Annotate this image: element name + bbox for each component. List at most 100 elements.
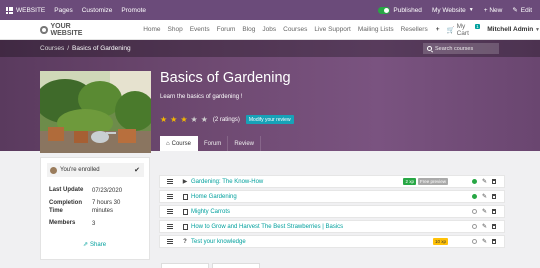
drag-handle-icon[interactable]: [167, 194, 173, 199]
star-outline-icon: ★: [200, 114, 208, 124]
breadcrumb-bar: Courses / Basics of Gardening Search cou…: [0, 40, 540, 57]
trash-icon[interactable]: [492, 239, 496, 244]
completed-check-icon[interactable]: [471, 179, 477, 184]
admin-bar: WEBSITE Pages Customize Promote Publishe…: [0, 0, 540, 20]
menu-item-home[interactable]: Home: [143, 26, 160, 33]
document-icon: [181, 223, 189, 230]
pencil-icon: ✎: [512, 7, 518, 14]
caret-down-icon: ▼: [468, 7, 474, 13]
menu-item-blog[interactable]: Blog: [242, 26, 255, 33]
incomplete-circle-icon[interactable]: [471, 239, 477, 244]
drag-handle-icon[interactable]: [167, 224, 173, 229]
add-section-button[interactable]: [161, 263, 209, 268]
enrolled-status: You're enrolled ✔: [47, 163, 144, 177]
site-navbar: YOUR WEBSITE Home Shop Events Forum Blog…: [0, 20, 540, 40]
home-icon: ⌂: [166, 140, 170, 147]
apps-grid-icon: [6, 6, 13, 14]
promote-menu[interactable]: Promote: [121, 7, 146, 14]
lesson-title[interactable]: How to Grow and Harvest The Best Strawbe…: [191, 224, 343, 230]
add-content-button[interactable]: [212, 263, 260, 268]
breadcrumb-courses[interactable]: Courses: [40, 45, 64, 52]
share-button[interactable]: ⇗ Share: [83, 241, 106, 249]
breadcrumb: Courses / Basics of Gardening: [40, 45, 131, 52]
course-subtitle: Learn the basics of gardening !: [160, 94, 243, 100]
trash-icon[interactable]: [492, 179, 496, 184]
cart-link[interactable]: 🛒 My Cart 1: [447, 23, 481, 37]
tab-course[interactable]: ⌂ Course: [160, 136, 198, 151]
lesson-list: ▶ Gardening: The Know-How 2 xp Free prev…: [159, 175, 505, 250]
menu-item-mailing-lists[interactable]: Mailing Lists: [358, 26, 394, 33]
video-icon: ▶: [182, 179, 188, 185]
edit-icon[interactable]: ✎: [482, 238, 487, 245]
lesson-row: ▶ Gardening: The Know-How 2 xp Free prev…: [159, 175, 505, 188]
modify-review-button[interactable]: Modify your review: [245, 115, 294, 124]
menu-item-live-support[interactable]: Live Support: [314, 26, 351, 33]
edit-icon[interactable]: ✎: [482, 223, 487, 230]
course-header: Courses / Basics of Gardening Search cou…: [0, 40, 540, 153]
lesson-title[interactable]: Test your knowledge: [191, 239, 246, 245]
quiz-icon: ?: [183, 238, 187, 245]
lesson-row: Home Gardening ✎: [159, 190, 505, 203]
my-website-dropdown[interactable]: My Website ▼: [432, 7, 474, 14]
website-menu[interactable]: WEBSITE: [6, 6, 45, 14]
course-image: [40, 71, 151, 153]
star-icon: ★: [180, 114, 188, 124]
preview-badge: Free preview: [417, 178, 448, 185]
add-menu-button[interactable]: +: [436, 26, 440, 33]
customize-menu[interactable]: Customize: [82, 7, 113, 14]
logo-icon: [40, 25, 48, 34]
menu-item-shop[interactable]: Shop: [168, 26, 183, 33]
incomplete-circle-icon[interactable]: [471, 209, 477, 214]
lesson-row: ? Test your knowledge 10 xp ✎: [159, 235, 505, 248]
lesson-row: How to Grow and Harvest The Best Strawbe…: [159, 220, 505, 233]
course-rating: ★ ★ ★ ★ ★ (2 ratings) Modify your review: [160, 115, 294, 124]
cart-count-badge: 1: [474, 24, 481, 29]
tab-forum[interactable]: Forum: [198, 136, 229, 151]
trash-icon[interactable]: [492, 209, 496, 214]
new-button[interactable]: + New: [484, 7, 503, 14]
drag-handle-icon[interactable]: [167, 239, 173, 244]
ratings-count: (2 ratings): [212, 116, 240, 123]
user-menu[interactable]: Mitchell Admin ▼: [487, 26, 540, 33]
search-icon: [427, 46, 432, 51]
menu-item-forum[interactable]: Forum: [217, 26, 236, 33]
drag-handle-icon[interactable]: [167, 209, 173, 214]
points-badge: 10 xp: [432, 238, 448, 245]
site-logo[interactable]: YOUR WEBSITE: [0, 23, 101, 37]
star-icon: ★: [160, 114, 168, 124]
menu-item-resellers[interactable]: Resellers: [401, 26, 428, 33]
trash-icon[interactable]: [492, 224, 496, 229]
trash-icon[interactable]: [492, 194, 496, 199]
lesson-row: Mighty Carrots ✎: [159, 205, 505, 218]
menu-item-events[interactable]: Events: [190, 26, 210, 33]
completed-check-icon[interactable]: [471, 194, 477, 199]
star-icon: ★: [170, 114, 178, 124]
document-icon: [181, 208, 189, 215]
edit-button[interactable]: ✎ Edit: [512, 6, 532, 15]
lesson-title[interactable]: Mighty Carrots: [191, 209, 230, 215]
breadcrumb-current: Basics of Gardening: [72, 45, 131, 52]
avatar: [50, 166, 57, 174]
menu-item-jobs[interactable]: Jobs: [262, 26, 276, 33]
pages-menu[interactable]: Pages: [54, 7, 72, 14]
members-row: Members 3: [49, 220, 96, 227]
drag-handle-icon[interactable]: [167, 179, 173, 184]
points-badge: 2 xp: [403, 178, 416, 185]
course-tabs: ⌂ Course Forum Review: [160, 136, 261, 151]
publish-toggle[interactable]: Published: [378, 6, 422, 14]
lesson-title[interactable]: Gardening: The Know-How: [191, 179, 263, 185]
star-outline-icon: ★: [190, 114, 198, 124]
edit-icon[interactable]: ✎: [482, 193, 487, 200]
search-courses-input[interactable]: Search courses: [423, 43, 499, 54]
lesson-title[interactable]: Home Gardening: [191, 194, 237, 200]
course-info-card: You're enrolled ✔ Last Update 07/23/2020…: [40, 157, 150, 260]
cart-icon: 🛒: [446, 26, 455, 34]
edit-icon[interactable]: ✎: [482, 178, 487, 185]
completion-time-row: Completion Time 7 hours 30 minutes: [49, 200, 121, 214]
main-menu: Home Shop Events Forum Blog Jobs Courses…: [143, 26, 428, 33]
edit-icon[interactable]: ✎: [482, 208, 487, 215]
course-title: Basics of Gardening: [160, 70, 291, 86]
incomplete-circle-icon[interactable]: [471, 224, 477, 229]
menu-item-courses[interactable]: Courses: [283, 26, 307, 33]
tab-review[interactable]: Review: [228, 136, 261, 151]
